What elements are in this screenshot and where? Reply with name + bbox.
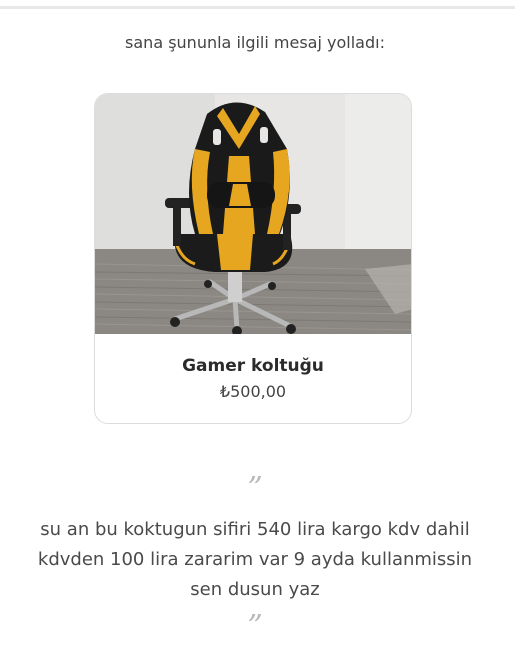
product-image bbox=[95, 94, 411, 334]
product-title: Gamer koltuğu bbox=[182, 356, 324, 376]
top-divider bbox=[0, 6, 515, 9]
open-quote-icon: ” bbox=[247, 471, 263, 506]
product-price: ₺500,00 bbox=[219, 382, 287, 401]
product-card[interactable]: Gamer koltuğu ₺500,00 bbox=[94, 93, 412, 424]
shared-item-header: sana şununla ilgili mesaj yolladı: bbox=[125, 33, 385, 52]
close-quote-icon: ” bbox=[247, 609, 263, 644]
message-text: su an bu koktugun sifiri 540 lira kargo … bbox=[37, 519, 473, 600]
